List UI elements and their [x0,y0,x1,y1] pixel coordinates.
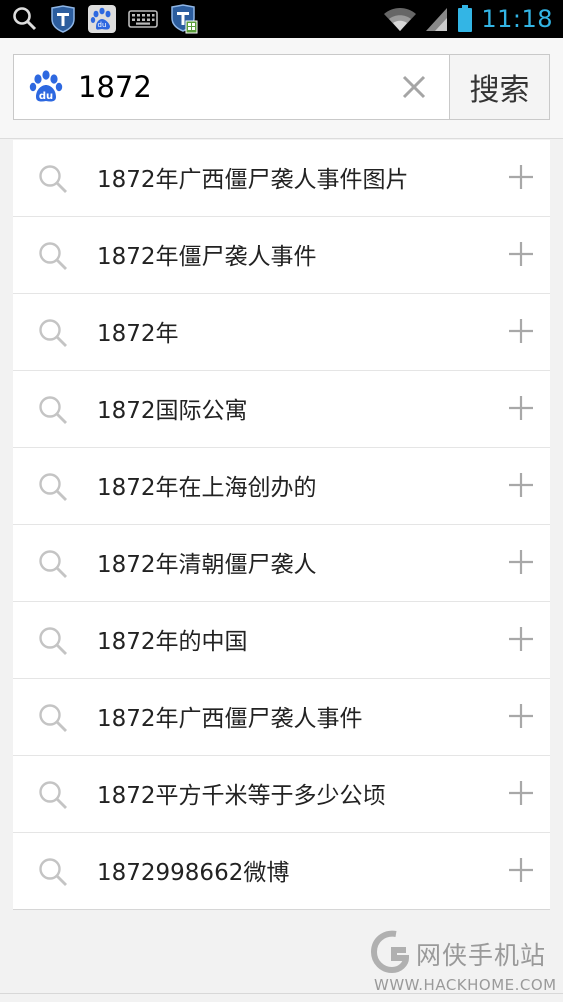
watermark-url: WWW.HACKHOME.COM [374,976,557,994]
suggestion-text: 1872年广西僵尸袭人事件 [97,706,363,732]
plus-icon[interactable] [506,624,536,654]
suggestion-item[interactable]: 1872年清朝僵尸袭人 [13,525,550,602]
search-icon [37,779,69,811]
plus-icon[interactable] [506,162,536,192]
suggestion-item[interactable]: 1872998662微博 [13,833,550,910]
baidu-icon: du [88,5,116,33]
suggestion-item[interactable]: 1872年广西僵尸袭人事件 [13,679,550,756]
suggestion-item[interactable]: 1872年的中国 [13,602,550,679]
svg-text:du: du [98,21,107,29]
plus-icon[interactable] [506,547,536,577]
suggestion-text: 1872998662微博 [97,860,290,886]
suggestion-item[interactable]: 1872平方千米等于多少公顷 [13,756,550,833]
plus-icon[interactable] [506,778,536,808]
signal-icon [425,6,449,32]
shield-t-icon [50,5,76,33]
hackhome-logo-icon [370,928,410,974]
suggestion-text: 1872国际公寓 [97,398,248,424]
clear-icon[interactable] [399,72,429,102]
search-icon [37,471,69,503]
svg-text:du: du [39,91,53,102]
wifi-icon [383,6,417,32]
search-icon [37,548,69,580]
search-icon [37,625,69,657]
search-icon [37,394,69,426]
battery-icon [457,5,473,33]
suggestion-text: 1872年 [97,321,179,347]
suggestion-item[interactable]: 1872年广西僵尸袭人事件图片 [13,140,550,217]
plus-icon[interactable] [506,316,536,346]
search-icon [37,240,69,272]
search-icon [37,163,69,195]
plus-icon[interactable] [506,393,536,423]
suggestion-text: 1872年僵尸袭人事件 [97,244,317,270]
suggestion-text: 1872年的中国 [97,629,248,655]
plus-icon[interactable] [506,239,536,269]
plus-icon[interactable] [506,701,536,731]
search-icon [12,6,38,32]
suggestion-list: 1872年广西僵尸袭人事件图片 1872年僵尸袭人事件 1872年 1872国际公寓 1… [13,140,550,910]
search-icon [37,702,69,734]
suggestion-item[interactable]: 1872年僵尸袭人事件 [13,217,550,294]
shield-t-icon [170,4,198,34]
search-button[interactable]: 搜索 [449,54,550,120]
divider [0,993,563,994]
suggestion-text: 1872年在上海创办的 [97,475,317,501]
search-icon [37,856,69,888]
search-icon [37,317,69,349]
suggestion-item[interactable]: 1872国际公寓 [13,371,550,448]
suggestion-text: 1872年广西僵尸袭人事件图片 [97,167,409,193]
plus-icon[interactable] [506,855,536,885]
watermark-text: 网侠手机站 [416,941,547,970]
search-input[interactable] [78,65,388,109]
suggestion-item[interactable]: 1872年在上海创办的 [13,448,550,525]
status-bar: du 11:18 [0,0,563,38]
search-header: du 搜索 [0,38,563,139]
keyboard-icon [128,9,158,29]
search-box[interactable]: du [13,54,449,120]
clock-time: 11:18 [481,5,553,33]
suggestion-text: 1872年清朝僵尸袭人 [97,552,317,578]
baidu-paw-icon: du [28,69,64,105]
plus-icon[interactable] [506,470,536,500]
suggestion-text: 1872平方千米等于多少公顷 [97,783,386,809]
watermark: 网侠手机站 WWW.HACKHOME.COM [370,926,560,998]
suggestion-item[interactable]: 1872年 [13,294,550,371]
